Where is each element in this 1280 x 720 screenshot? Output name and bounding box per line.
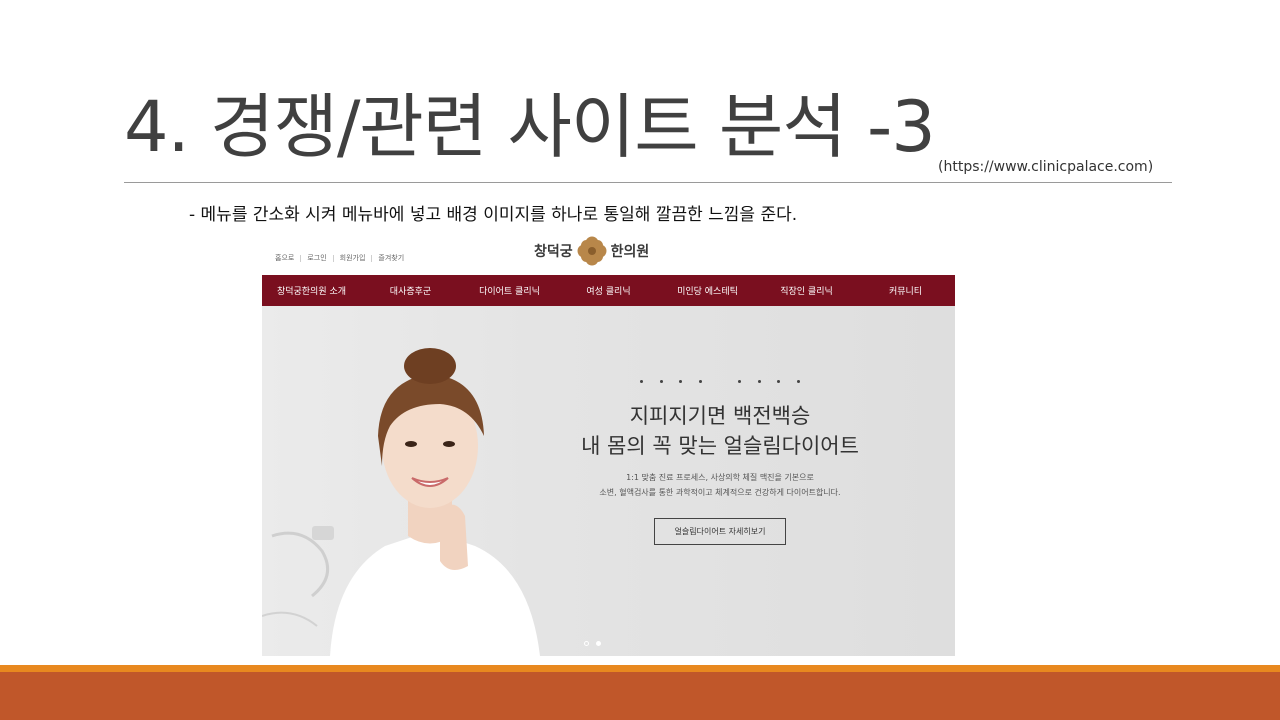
nav-item-diet[interactable]: 다이어트 클리닉 [460, 284, 559, 297]
slide-dot-1[interactable] [584, 641, 589, 646]
hero-headline-line2: 내 몸의 꼭 맞는 얼슬림다이어트 [581, 434, 859, 458]
slide-description: - 메뉴를 간소화 시켜 메뉴바에 넣고 배경 이미지를 하나로 통일해 깔끔한… [189, 205, 798, 225]
dot [757, 380, 761, 383]
dot [738, 380, 742, 383]
hero-headline-line1: 지피지기면 백전백승 [629, 404, 811, 428]
utility-nav: 홈으로 로그인 회원가입 즐겨찾기 [269, 253, 410, 263]
slide-title: 4. 경쟁/관련 사이트 분석 -3 [124, 86, 936, 168]
dot [698, 380, 702, 383]
dot [640, 380, 643, 383]
main-nav: 창덕궁한의원 소개 대사증후군 다이어트 클리닉 여성 클리닉 미인당 에스테틱… [262, 275, 955, 306]
flower-logo-icon [577, 236, 607, 266]
logo-text-right: 한의원 [610, 244, 650, 260]
diet-details-button[interactable]: 얼슬림다이어트 자세히보기 [654, 518, 786, 545]
nav-item-community[interactable]: 커뮤니티 [856, 284, 955, 297]
dot-gap [719, 380, 722, 383]
dot [679, 380, 683, 383]
dot [659, 380, 663, 383]
dot [777, 380, 781, 383]
util-link-signup[interactable]: 회원가입 [334, 253, 372, 263]
logo-text-left: 창덕궁 [534, 244, 573, 260]
nav-item-worker[interactable]: 직장인 클리닉 [757, 284, 856, 297]
hero-copy-line2: 소변, 혈액검사를 통한 과학적이고 체계적으로 건강하게 다이어트합니다. [599, 488, 841, 497]
util-link-login[interactable]: 로그인 [301, 253, 332, 263]
hero-copy-line1: 1:1 맞춤 진료 프로세스, 사상의학 체질 맥진을 기본으로 [626, 473, 814, 482]
reference-url: (https://www.clinicpalace.com) [938, 159, 1154, 175]
woman-photo-image [330, 348, 540, 656]
slider-pagination [584, 641, 601, 646]
hero-banner: 지피지기면 백전백승 내 몸의 꼭 맞는 얼슬림다이어트 1:1 맞춤 진료 프… [262, 306, 955, 656]
dot [797, 380, 800, 383]
util-link-home[interactable]: 홈으로 [269, 253, 300, 263]
title-divider [124, 182, 1172, 183]
nav-item-about[interactable]: 창덕궁한의원 소개 [262, 284, 361, 297]
decorative-dots [640, 380, 800, 383]
site-logo[interactable]: 창덕궁 한의원 [534, 236, 649, 266]
slide-dot-2[interactable] [596, 641, 601, 646]
website-screenshot: 홈으로 로그인 회원가입 즐겨찾기 창덕궁 한의원 창덕궁한의원 소개 대사증후 [262, 232, 955, 656]
footer-accent-band [0, 665, 1280, 672]
nav-item-esthetic[interactable]: 미인당 에스테틱 [658, 284, 757, 297]
nav-item-metabolic[interactable]: 대사증후군 [361, 284, 460, 297]
footer-band [0, 672, 1280, 720]
nav-item-women[interactable]: 여성 클리닉 [559, 284, 658, 297]
util-link-bookmark[interactable]: 즐겨찾기 [372, 253, 410, 263]
